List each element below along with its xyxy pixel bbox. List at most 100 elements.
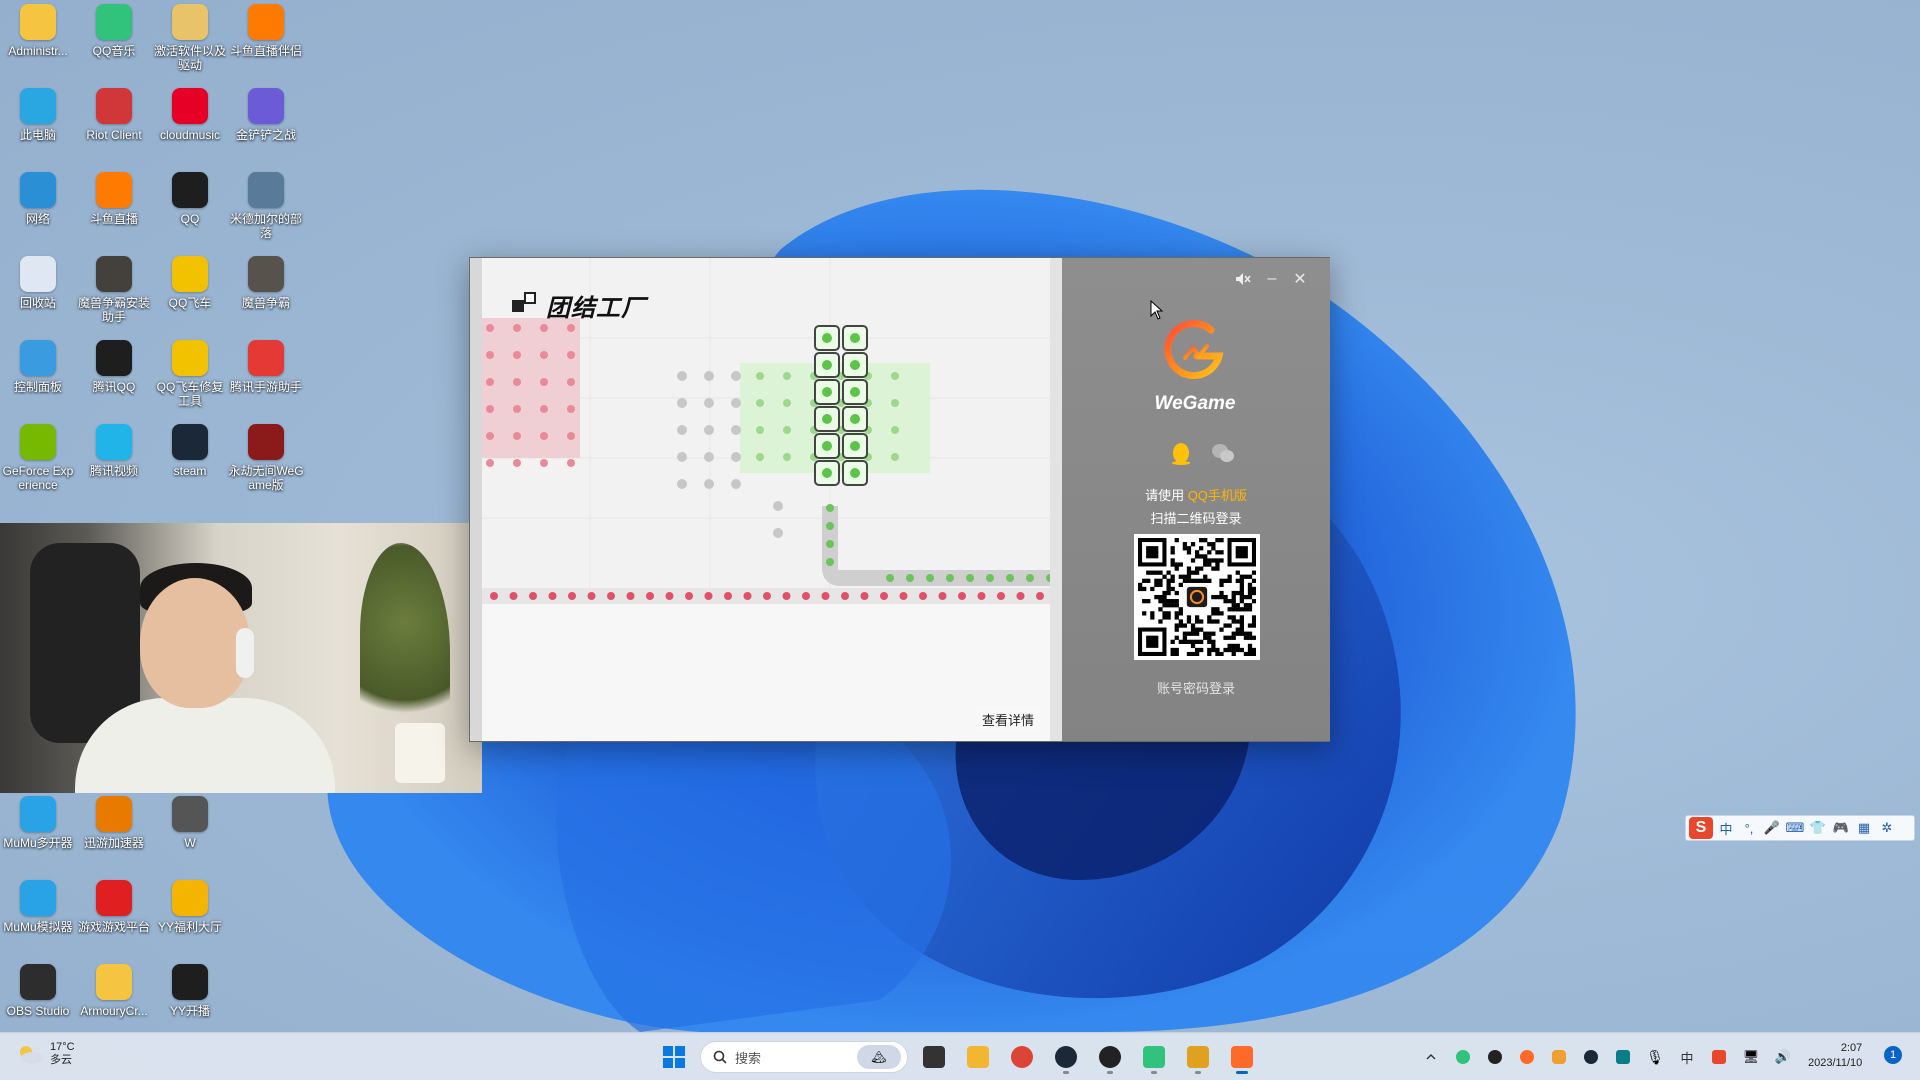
desktop-icon[interactable]: 游戏游戏平台 [76,880,152,934]
tray-steam[interactable] [1578,1044,1604,1070]
desktop-icon[interactable]: 腾讯手游助手 [228,340,304,394]
qr-module [1174,635,1179,640]
ime-toolbar-item[interactable]: 🎤 [1762,818,1782,838]
pink-heart-dot [540,351,548,359]
qr-module [1247,594,1253,600]
taskbar-app-button[interactable] [1180,1039,1216,1075]
desktop-icon[interactable]: MuMu多开器 [0,796,76,850]
tray-obs[interactable] [1482,1044,1508,1070]
taskbar-app-button[interactable] [960,1039,996,1075]
webcam-overlay [0,523,482,793]
tray-app[interactable] [1610,1044,1636,1070]
steam-icon [1584,1050,1598,1064]
close-button[interactable]: ✕ [1289,268,1311,290]
qq-login-tab[interactable] [1168,440,1194,466]
desktop-icon[interactable]: 腾讯视频 [76,424,152,478]
weather-widget[interactable]: 17°C 多云 [16,1041,75,1067]
desktop-icon[interactable]: 斗鱼直播伴侣 [228,4,304,58]
tray-qq-music[interactable] [1450,1044,1476,1070]
warcraft-icon [248,256,284,292]
desktop-icon[interactable]: 腾讯QQ [76,340,152,394]
tray-volume[interactable]: 🔊 [1770,1044,1796,1070]
tray-microphone[interactable]: 🎙 [1642,1044,1668,1070]
desktop-icon[interactable]: 此电脑 [0,88,76,142]
desktop-icon[interactable]: YY福利大厅 [152,880,228,934]
desktop-icon[interactable]: Riot Client [76,88,152,142]
green-heart-dot [891,399,899,407]
tray-wegame[interactable] [1514,1044,1540,1070]
desktop-icon[interactable]: 控制面板 [0,340,76,394]
taskbar-app-button[interactable] [1048,1039,1084,1075]
qr-module [1178,639,1183,644]
notification-badge[interactable]: 1 [1884,1046,1902,1064]
desktop-icon[interactable]: 斗鱼直播 [76,172,152,226]
desktop-icon[interactable]: QQ音乐 [76,4,152,58]
desktop-icon[interactable]: steam [152,424,228,478]
qr-module [1158,570,1163,575]
desktop-icon[interactable]: QQ飞车修复工具 [152,340,228,408]
ime-toolbar-item[interactable]: ▦ [1854,818,1874,838]
desktop-icon[interactable]: 魔兽争霸 [228,256,304,310]
start-button[interactable] [656,1039,692,1075]
cat-icon [1552,1050,1566,1064]
qr-module [1219,538,1224,543]
desktop-icon[interactable]: ArmouryCr... [76,964,152,1018]
ime-toolbar-item[interactable]: 🎮 [1831,818,1851,838]
minimize-button[interactable]: – [1261,268,1283,290]
desktop-icon[interactable]: YY开播 [152,964,228,1018]
desktop-icon[interactable]: OBS Studio [0,964,76,1018]
taskbar-app-button[interactable] [1092,1039,1128,1075]
show-hidden-icons-button[interactable] [1418,1044,1444,1070]
desktop-icon[interactable]: QQ [152,172,228,226]
ime-toolbar-item[interactable]: ⌨ [1785,818,1805,838]
tower-heart-dot [822,333,832,343]
taskbar-clock[interactable]: 2:07 2023/11/10 [1808,1041,1862,1071]
desktop-icon[interactable]: 魔兽争霸安装助手 [76,256,152,324]
desktop-icon[interactable]: 网络 [0,172,76,226]
desktop-icon[interactable]: 永劫无间WeGame版 [228,424,304,492]
qr-module [1211,611,1216,616]
taskbar-search-box[interactable]: 搜索 🏔 [700,1041,908,1073]
qr-module [1166,590,1171,596]
ime-toolbar-item[interactable]: 👕 [1808,818,1828,838]
desktop-icon[interactable]: 米德加尔的部落 [228,172,304,240]
taskbar-app-button[interactable] [1136,1039,1172,1075]
desktop-icon-label: 腾讯手游助手 [229,380,302,394]
tray-game-assistant[interactable] [1546,1044,1572,1070]
view-details-button[interactable]: 查看详情 [976,708,1041,731]
ime-toolbar-item[interactable]: ✲ [1877,818,1897,838]
qr-module [1247,647,1253,653]
taskbar-app-button[interactable] [916,1039,952,1075]
tray-sogou[interactable] [1706,1044,1732,1070]
ime-toolbar-item[interactable]: °, [1739,818,1759,838]
desktop-icon[interactable]: GeForce Experience [0,424,76,492]
taskbar-app-button[interactable] [1004,1039,1040,1075]
grey-block-dot [677,452,687,462]
tray-network[interactable]: 🖥 [1738,1044,1764,1070]
desktop-icon[interactable]: 迅游加速器 [76,796,152,850]
login-qr-code[interactable] [1134,534,1260,660]
desktop-icon[interactable]: QQ飞车 [152,256,228,310]
control-panel-icon [20,340,56,376]
tower-heart-dot [822,387,832,397]
taskbar-app-button[interactable] [1224,1039,1260,1075]
tray-ime-mode[interactable]: 中 [1674,1044,1700,1070]
desktop-icon[interactable]: 回收站 [0,256,76,310]
mute-button[interactable] [1232,268,1254,290]
sogou-ime-icon[interactable]: S [1689,817,1713,839]
ime-toolbar-item[interactable]: 中 [1716,818,1736,838]
desktop-icon[interactable]: Administr... [0,4,76,58]
qr-module [1146,578,1151,583]
game-icon [248,424,284,460]
desktop-icon[interactable]: 金铲铲之战 [228,88,304,142]
ad-banner[interactable]: 团结工厂 查看详情 [470,258,1062,741]
desktop-icon[interactable]: MuMu模拟器 [0,880,76,934]
desktop-icon[interactable]: 激活软件以及驱动 [152,4,228,72]
account-password-login-link[interactable]: 账号密码登录 [1062,678,1330,697]
red-heart-dot [568,592,576,600]
qr-module [1154,570,1159,575]
wechat-login-tab[interactable] [1210,440,1236,466]
desktop-icon[interactable]: cloudmusic [152,88,228,142]
grey-block-dot [773,528,783,538]
desktop-icon[interactable]: W [152,796,228,850]
